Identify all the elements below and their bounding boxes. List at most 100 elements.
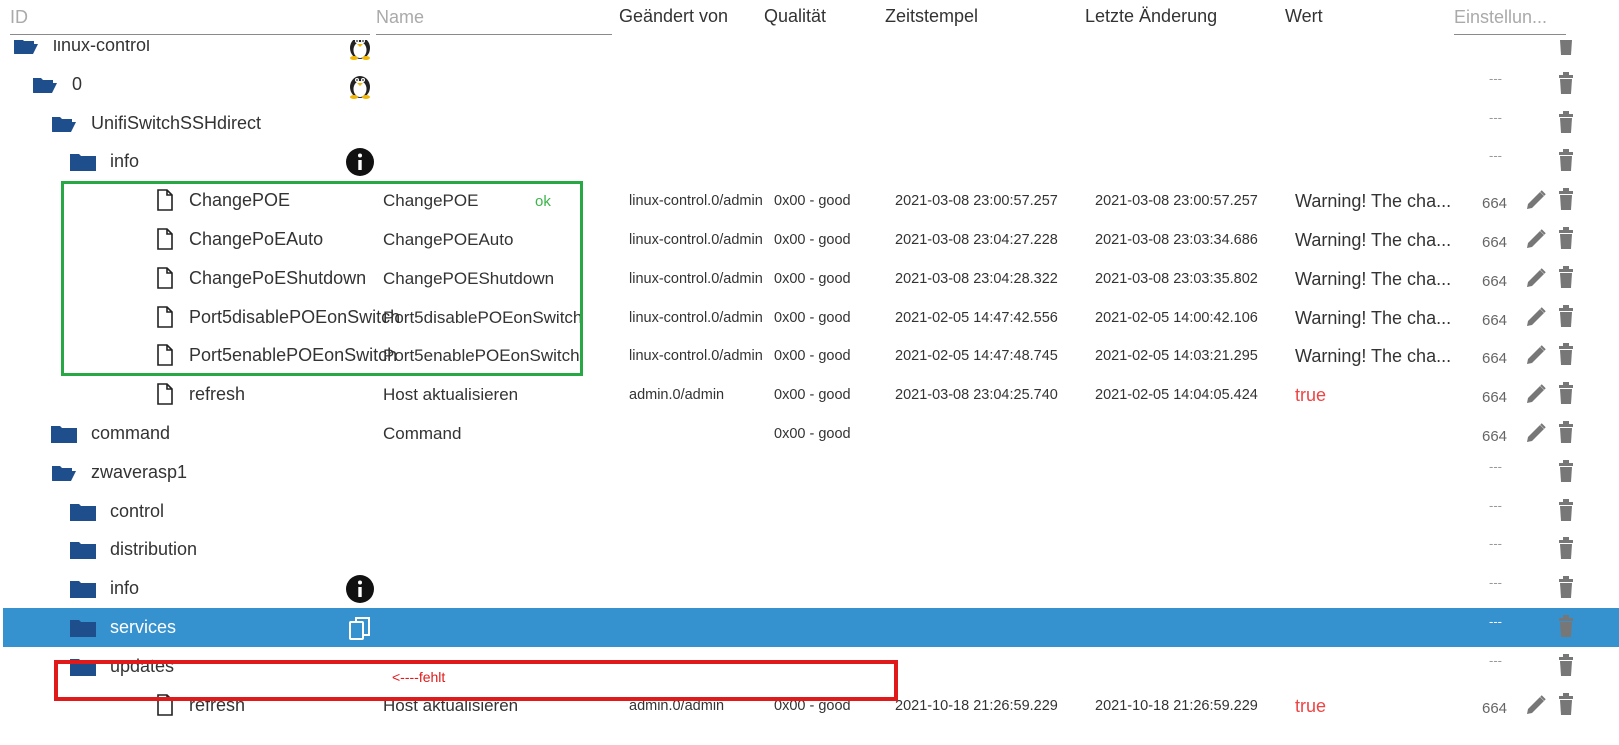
table-header: ID Name Geändert von Qualität Zeitstempe…: [0, 0, 1619, 40]
header-changed-by[interactable]: Geändert von: [619, 6, 728, 27]
acl-number: 664: [1482, 195, 1508, 213]
last-change: 2021-02-05 14:03:21.295: [1095, 348, 1258, 365]
folder-open-icon[interactable]: [51, 464, 77, 482]
timestamp: 2021-03-08 23:04:25.740: [895, 387, 1058, 404]
value[interactable]: Warning! The cha...: [1295, 346, 1451, 367]
missing-annotation: <----fehlt: [392, 669, 446, 685]
folder-icon[interactable]: [70, 503, 96, 521]
row-id: info: [110, 578, 140, 599]
quality: 0x00 - good: [774, 193, 851, 210]
copy-icon[interactable]: [346, 614, 374, 642]
tree-row[interactable]: zwaverasp1 ---: [3, 453, 1619, 492]
timestamp: 2021-03-08 23:00:57.257: [895, 193, 1058, 210]
folder-icon[interactable]: [70, 580, 96, 599]
last-change: 2021-03-08 23:00:57.257: [1095, 193, 1258, 210]
trash-icon[interactable]: [1559, 71, 1573, 94]
value[interactable]: Warning! The cha...: [1295, 230, 1451, 251]
row-id: control: [110, 500, 165, 521]
trash-icon[interactable]: [1559, 343, 1573, 366]
trash-icon[interactable]: [1559, 265, 1573, 288]
acl-placeholder: ---: [1489, 497, 1502, 513]
tree-row[interactable]: services ---: [3, 608, 1619, 647]
trash-icon[interactable]: [1559, 459, 1573, 482]
acl-number: 664: [1482, 234, 1508, 251]
quality: 0x00 - good: [774, 387, 851, 404]
tree-row[interactable]: control ---: [3, 492, 1619, 531]
pencil-icon[interactable]: [1525, 344, 1547, 366]
tree-row[interactable]: info ---: [3, 142, 1619, 181]
value[interactable]: Warning! The cha...: [1295, 308, 1451, 329]
changed-by: linux-control.0/admin: [629, 232, 763, 248]
pencil-icon[interactable]: [1525, 189, 1547, 211]
trash-icon[interactable]: [1559, 382, 1573, 405]
pencil-icon[interactable]: [1525, 383, 1547, 405]
timestamp: 2021-02-05 14:47:48.745: [895, 348, 1058, 365]
acl-placeholder: ---: [1489, 148, 1502, 164]
trash-icon[interactable]: [1559, 537, 1573, 560]
changed-by: admin.0/admin: [629, 387, 725, 404]
folder-icon[interactable]: [70, 153, 96, 172]
header-value[interactable]: Wert: [1285, 6, 1323, 27]
folder-icon[interactable]: [70, 541, 96, 560]
row-id: zwaverasp1: [91, 461, 188, 482]
acl-number: 664: [1482, 311, 1508, 329]
acl-placeholder: ---: [1489, 536, 1502, 552]
row-id: UnifiSwitchSSHdirect: [91, 112, 262, 133]
changed-by: linux-control.0/admin: [629, 270, 763, 287]
pencil-icon[interactable]: [1525, 267, 1547, 289]
trash-icon[interactable]: [1559, 692, 1573, 715]
header-last-change[interactable]: Letzte Änderung: [1085, 6, 1217, 27]
acl-placeholder: ---: [1489, 70, 1502, 86]
row-id: refresh: [189, 384, 246, 405]
tree-row[interactable]: 0 ---: [3, 65, 1619, 104]
tree-row[interactable]: info ---: [3, 569, 1619, 608]
tree-row[interactable]: distribution ---: [3, 530, 1619, 569]
tree-row[interactable]: refresh Host aktualisieren admin.0/admin 0x…: [3, 375, 1619, 414]
row-name: Host aktualisieren: [383, 385, 519, 405]
acl-placeholder: ---: [1489, 614, 1502, 629]
trash-icon[interactable]: [1559, 304, 1573, 327]
value[interactable]: true: [1295, 696, 1326, 717]
header-quality[interactable]: Qualität: [764, 6, 826, 27]
trash-icon[interactable]: [1559, 653, 1573, 676]
changed-by: linux-control.0/admin: [629, 309, 763, 326]
pencil-icon[interactable]: [1525, 694, 1547, 716]
value[interactable]: Warning! The cha...: [1295, 191, 1451, 212]
folder-open-icon[interactable]: [32, 76, 58, 94]
acl-placeholder: ---: [1489, 458, 1502, 474]
settings-filter-input[interactable]: Einstellun...: [1454, 4, 1566, 35]
row-id: command: [91, 423, 171, 443]
trash-icon[interactable]: [1559, 421, 1573, 443]
header-timestamp[interactable]: Zeitstempel: [885, 6, 978, 27]
acl-number: 664: [1482, 272, 1508, 290]
acl-placeholder: ---: [1489, 109, 1502, 125]
trash-icon[interactable]: [1559, 110, 1573, 133]
pencil-icon[interactable]: [1525, 306, 1547, 328]
value[interactable]: true: [1295, 385, 1326, 406]
timestamp: 2021-02-05 14:47:42.556: [895, 309, 1058, 326]
trash-icon[interactable]: [1559, 498, 1573, 521]
value[interactable]: Warning! The cha...: [1295, 269, 1451, 290]
trash-icon[interactable]: [1559, 188, 1573, 211]
trash-icon[interactable]: [1559, 576, 1573, 599]
info-icon: [346, 148, 374, 177]
file-icon[interactable]: [157, 383, 173, 405]
tree-row[interactable]: command Command 0x00 - good 664: [3, 414, 1619, 453]
tree-row[interactable]: UnifiSwitchSSHdirect ---: [3, 104, 1619, 143]
trash-icon[interactable]: [1559, 149, 1573, 172]
pencil-icon[interactable]: [1525, 228, 1547, 250]
trash-icon[interactable]: [1559, 615, 1573, 637]
folder-icon[interactable]: [70, 619, 96, 637]
quality: 0x00 - good: [774, 348, 851, 365]
name-filter-input[interactable]: Name: [376, 4, 612, 35]
acl-placeholder: ---: [1489, 575, 1502, 591]
red-highlight-frame: [54, 660, 898, 701]
id-filter-input[interactable]: ID: [10, 4, 370, 35]
folder-open-icon[interactable]: [51, 115, 77, 133]
quality: 0x00 - good: [774, 232, 851, 248]
trash-icon[interactable]: [1559, 227, 1573, 249]
folder-icon[interactable]: [51, 425, 77, 443]
quality: 0x00 - good: [774, 309, 851, 326]
pencil-icon[interactable]: [1525, 422, 1547, 444]
quality: 0x00 - good: [774, 270, 851, 287]
